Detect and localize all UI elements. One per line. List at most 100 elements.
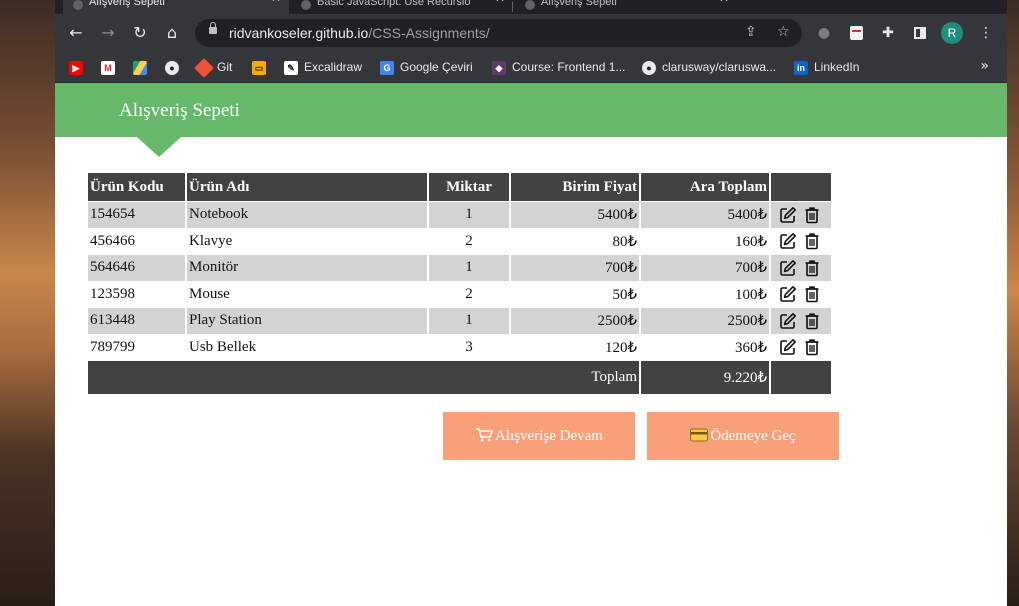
header-actions — [771, 173, 831, 201]
trash-icon[interactable] — [803, 338, 821, 356]
bookmark-excalidraw[interactable]: ✎ Excalidraw — [284, 58, 362, 76]
youtube-icon: ▶ — [69, 60, 83, 75]
lock-icon[interactable] — [209, 22, 217, 34]
profile-avatar[interactable]: R — [941, 22, 963, 44]
tab-basic-javascript[interactable]: Basic JavaScript: Use Recursio ✕ — [291, 0, 513, 14]
bookmark-github[interactable]: ● — [165, 58, 185, 76]
table-header-row: Ürün Kodu Ürün Adı Miktar Birim Fiyat Ar… — [88, 173, 831, 201]
unit-price-cell: 80₺ — [511, 228, 639, 254]
excalidraw-icon: ✎ — [284, 60, 298, 75]
edit-icon[interactable] — [779, 259, 797, 277]
table-row: 123598 Mouse 2 50₺ 100₺ — [88, 281, 831, 307]
desktop-background-right — [1007, 0, 1019, 606]
bookmarks-overflow-icon[interactable]: » — [980, 58, 989, 74]
tab-title: Basic JavaScript: Use Recursio — [317, 0, 471, 8]
share-icon[interactable]: ⇪ — [745, 24, 757, 40]
puzzle-icon[interactable]: ✚ — [879, 24, 897, 42]
checkout-button[interactable]: Ödemeye Geç — [647, 412, 839, 460]
browser-window: Alışveriş Sepeti ✕ Basic JavaScript: Use… — [55, 0, 1007, 606]
desktop-background-left — [0, 0, 55, 606]
trash-icon[interactable] — [803, 312, 821, 330]
product-name-cell: Monitör — [187, 255, 427, 281]
edit-icon[interactable] — [779, 232, 797, 250]
actions-cell — [771, 202, 831, 228]
tab-favicon — [301, 0, 311, 10]
tab-title: Alışveriş Sepeti — [89, 0, 165, 8]
quantity-cell: 2 — [429, 228, 509, 254]
page-header: Alışveriş Sepeti — [55, 83, 1007, 137]
kebab-menu-icon[interactable]: ⋮ — [977, 24, 995, 42]
table-row: 456466 Klavye 2 80₺ 160₺ — [88, 228, 831, 254]
edit-icon[interactable] — [779, 338, 797, 356]
product-name-cell: Mouse — [187, 281, 427, 307]
bookmark-drive[interactable] — [133, 58, 153, 76]
product-code-cell: 456466 — [88, 228, 185, 254]
tab-alisveris-sepeti-2[interactable]: Alışveriş Sepeti ✕ — [515, 0, 737, 14]
unit-price-cell: 2500₺ — [511, 308, 639, 334]
subtotal-cell: 700₺ — [641, 255, 769, 281]
trash-icon[interactable] — [803, 232, 821, 250]
bookmark-course[interactable]: ◆ Course: Frontend 1... — [492, 58, 625, 76]
side-panel-icon[interactable] — [911, 24, 929, 42]
bookmark-git[interactable]: Git — [194, 57, 232, 78]
forward-arrow-icon[interactable]: → — [98, 23, 118, 43]
continue-shopping-button[interactable]: Alışverişe Devam — [443, 412, 635, 460]
bookmarks-bar: ▶ M ● Git ▭ ✎ Excalidraw G Google Çeviri ◆… — [55, 52, 1007, 83]
total-label: Toplam — [88, 361, 639, 394]
product-code-cell: 123598 — [88, 281, 185, 307]
actions-cell — [771, 334, 831, 360]
url-text[interactable]: ridvankoseler.github.io/CSS-Assignments/ — [229, 25, 490, 41]
bookmark-google-translate[interactable]: G Google Çeviri — [380, 58, 473, 76]
cart-icon — [475, 414, 494, 442]
table-row: 564646 Monitör 1 700₺ 700₺ — [88, 255, 831, 281]
gmail-icon: M — [101, 60, 115, 75]
back-arrow-icon[interactable]: ← — [66, 23, 86, 43]
header-unit-price: Birim Fiyat — [511, 173, 639, 201]
edit-icon[interactable] — [779, 206, 797, 224]
tab-favicon — [73, 0, 83, 10]
subtotal-cell: 2500₺ — [641, 308, 769, 334]
bookmark-clarusway[interactable]: ● clarusway/claruswa... — [642, 58, 776, 76]
bookmark-linkedin[interactable]: in LinkedIn — [794, 58, 859, 76]
table-row: 613448 Play Station 1 2500₺ 2500₺ — [88, 308, 831, 334]
tab-alisveris-sepeti[interactable]: Alışveriş Sepeti ✕ — [63, 0, 289, 14]
tab-title: Alışveriş Sepeti — [541, 0, 617, 8]
home-icon[interactable]: ⌂ — [162, 23, 182, 43]
extension-mic-icon[interactable]: ● — [815, 24, 833, 42]
reload-icon[interactable]: ↻ — [130, 23, 150, 43]
unit-price-cell: 5400₺ — [511, 202, 639, 228]
linkedin-icon: in — [794, 60, 808, 75]
trash-icon[interactable] — [803, 206, 821, 224]
address-bar[interactable]: ridvankoseler.github.io/CSS-Assignments/… — [195, 19, 802, 47]
bookmark-wallet[interactable]: ▭ — [252, 58, 272, 76]
page-title: Alışveriş Sepeti — [119, 100, 240, 121]
bookmark-youtube[interactable]: ▶ — [69, 58, 89, 76]
browser-toolbar: ← → ↻ ⌂ ridvankoseler.github.io/CSS-Assi… — [55, 14, 1007, 52]
total-empty-cell — [771, 361, 831, 394]
unit-price-cell: 120₺ — [511, 334, 639, 360]
trash-icon[interactable] — [803, 259, 821, 277]
product-name-cell: Play Station — [187, 308, 427, 334]
bookmark-star-icon[interactable]: ☆ — [777, 24, 790, 40]
course-icon: ◆ — [492, 60, 506, 75]
actions-cell — [771, 228, 831, 254]
quantity-cell: 3 — [429, 334, 509, 360]
unit-price-cell: 700₺ — [511, 255, 639, 281]
extension-pdf-icon[interactable] — [847, 24, 865, 42]
subtotal-cell: 160₺ — [641, 228, 769, 254]
credit-card-icon — [690, 414, 709, 442]
quantity-cell: 1 — [429, 308, 509, 334]
drive-icon — [133, 60, 147, 75]
wallet-icon: ▭ — [252, 60, 266, 75]
total-row: Toplam 9.220₺ — [88, 361, 831, 394]
table-row: 789799 Usb Bellek 3 120₺ 360₺ — [88, 334, 831, 360]
edit-icon[interactable] — [779, 285, 797, 303]
bookmark-gmail[interactable]: M — [101, 58, 121, 76]
header-product-code: Ürün Kodu — [88, 173, 185, 201]
product-name-cell: Klavye — [187, 228, 427, 254]
header-arrow — [137, 137, 181, 157]
product-code-cell: 154654 — [88, 202, 185, 228]
trash-icon[interactable] — [803, 285, 821, 303]
edit-icon[interactable] — [779, 312, 797, 330]
actions-cell — [771, 255, 831, 281]
